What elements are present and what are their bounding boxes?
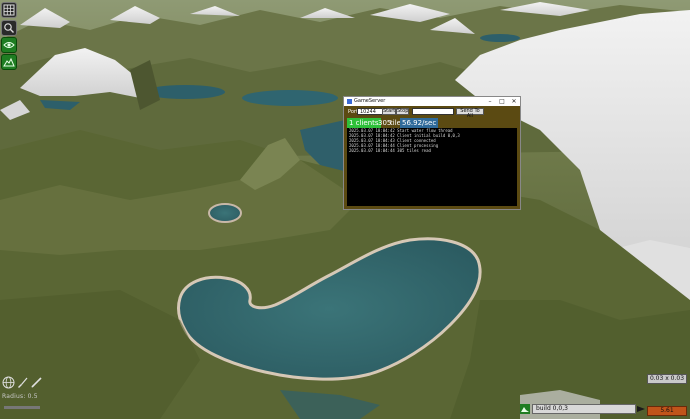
- window-titlebar[interactable]: GameServer – □ ✕: [344, 97, 520, 106]
- chevron-right-icon[interactable]: [637, 406, 645, 412]
- server-controls: Port 10244 Start Stop Send To All: [344, 108, 520, 119]
- status-bar: build 0,0,3: [520, 402, 646, 416]
- server-stats: 1 clients 305 tiles 56.92/sec: [344, 118, 520, 128]
- send-to-all-button[interactable]: Send To All: [456, 108, 484, 119]
- window-title: GameServer: [354, 98, 386, 104]
- position-readout: 0.03 x 0.03: [647, 374, 687, 384]
- minimize-button[interactable]: –: [484, 97, 496, 106]
- brush-tools: Radius: 0.5: [0, 374, 46, 419]
- start-button[interactable]: Start: [382, 108, 396, 115]
- zoom-readout: 5.61: [647, 406, 687, 416]
- server-log[interactable]: 2025.03.07 18:04:42 Start water flow thr…: [347, 128, 517, 206]
- pencil-icon[interactable]: [30, 376, 43, 389]
- radius-slider[interactable]: [4, 406, 40, 409]
- log-line: 2025.03.07 18:04:44 305 tiles read: [349, 148, 431, 153]
- view-button[interactable]: [1, 37, 17, 53]
- grid-button[interactable]: [1, 2, 17, 18]
- brush-icon[interactable]: [16, 376, 29, 389]
- rate-badge: 56.92/sec: [400, 118, 439, 128]
- radius-label: Radius: 0.5: [2, 393, 38, 400]
- grid-icon: [3, 4, 15, 16]
- message-input[interactable]: [412, 108, 454, 115]
- terrain-icon: [3, 57, 15, 67]
- build-status-field[interactable]: build 0,0,3: [532, 404, 636, 414]
- terrain-icon: [520, 404, 530, 414]
- clients-count-badge: 1 clients: [347, 118, 381, 128]
- close-button[interactable]: ✕: [508, 97, 520, 106]
- stop-button[interactable]: Stop: [396, 108, 409, 115]
- search-layers-button[interactable]: [1, 20, 17, 36]
- terrain-button[interactable]: [1, 54, 17, 70]
- game-server-window: GameServer – □ ✕ Port 10244 Start Stop S…: [343, 96, 521, 210]
- maximize-button[interactable]: □: [496, 97, 508, 106]
- view-icon: [3, 42, 15, 48]
- left-toolbar: [0, 0, 18, 72]
- globe-icon[interactable]: [2, 376, 15, 389]
- search-layers-icon: [4, 23, 14, 33]
- app-icon: [347, 99, 352, 104]
